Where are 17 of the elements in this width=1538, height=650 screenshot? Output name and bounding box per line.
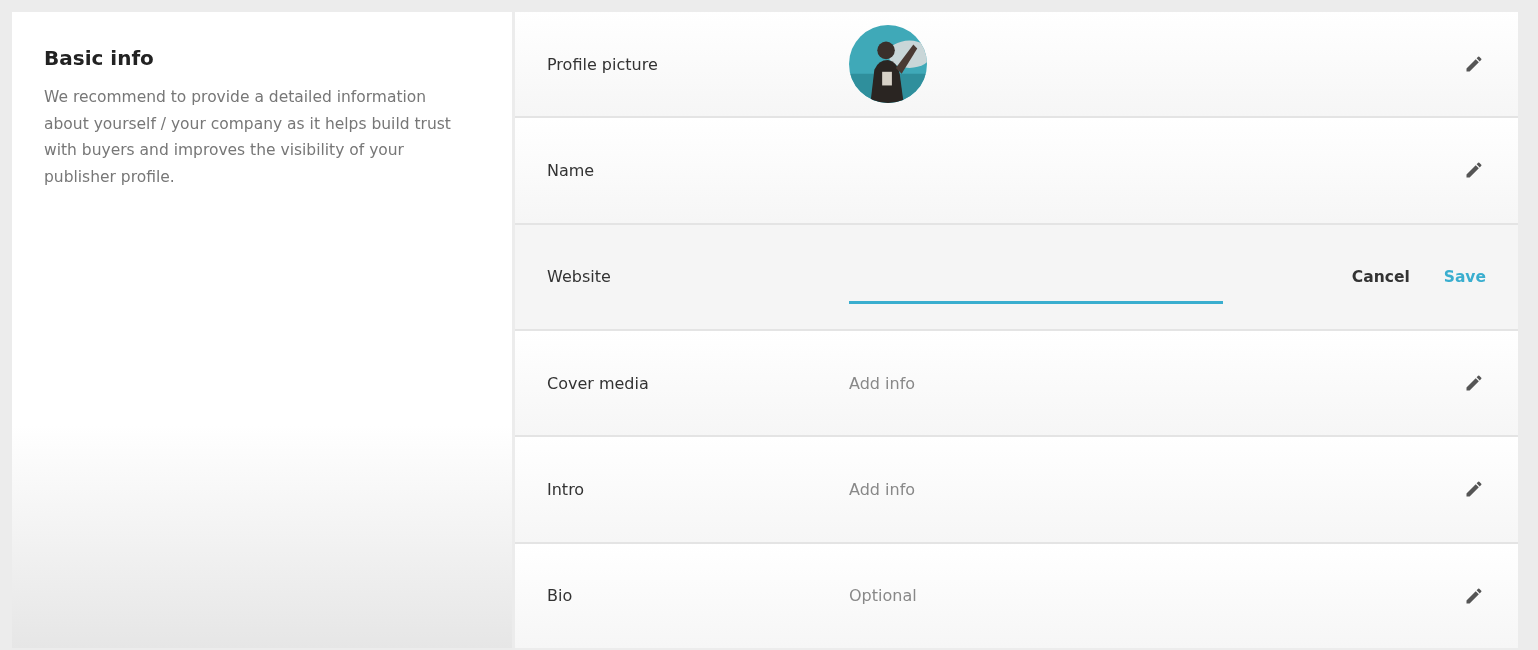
pencil-icon <box>1464 585 1484 606</box>
section-description: We recommend to provide a detailed information about yourself / your company as it helps build trust with buyers and improves the visibility of your publisher profile. <box>44 87 452 188</box>
field-label: Profile picture <box>547 54 659 74</box>
field-hint: Optional <box>849 586 917 606</box>
pencil-icon <box>1464 160 1484 181</box>
field-hint: Add info <box>849 373 916 393</box>
pencil-icon <box>1464 479 1484 500</box>
field-label: Intro <box>547 479 586 499</box>
cancel-button[interactable]: Cancel <box>1351 263 1410 290</box>
pencil-icon <box>1464 54 1484 75</box>
field-label: Cover media <box>547 373 650 393</box>
field-label: Bio <box>547 586 574 606</box>
field-label: Name <box>547 161 596 180</box>
pencil-icon <box>1464 373 1484 394</box>
field-hint: Add info <box>849 479 916 499</box>
field-label: Website <box>547 267 612 287</box>
section-title: Basic info <box>44 46 155 70</box>
